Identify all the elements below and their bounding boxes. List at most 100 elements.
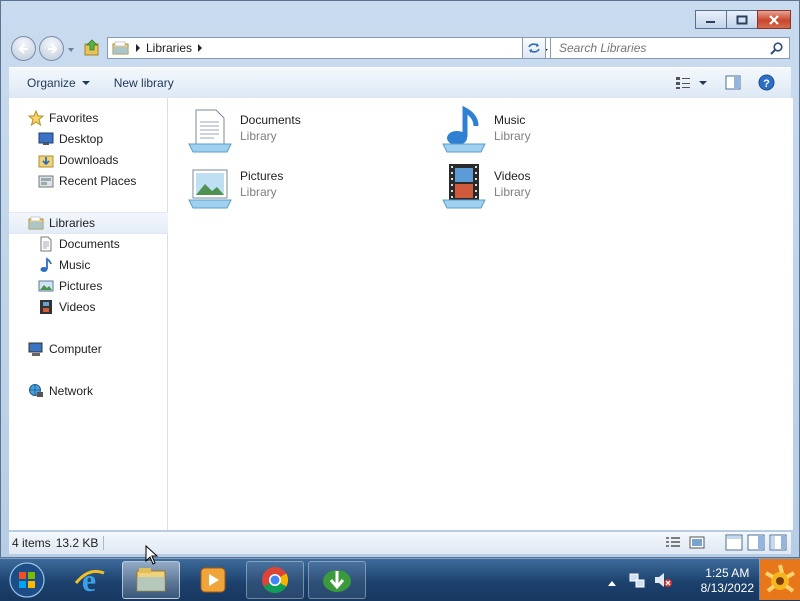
- search-box[interactable]: [550, 37, 790, 59]
- status-view-buttons: [665, 536, 705, 549]
- taskbar-windows-media-player[interactable]: [184, 561, 242, 599]
- taskbar-internet-download-manager[interactable]: [308, 561, 366, 599]
- navigation-row: Libraries: [9, 36, 791, 62]
- change-view-button[interactable]: [675, 76, 707, 90]
- nav-network-label: Network: [49, 384, 94, 398]
- large-icons-view-icon[interactable]: [689, 536, 705, 549]
- nav-music-label: Music: [59, 258, 91, 272]
- svg-text:e: e: [82, 563, 96, 597]
- navigation-pane: Favorites Desktop Downloads Recent Place…: [9, 98, 185, 530]
- forward-button[interactable]: [39, 36, 64, 61]
- library-videos[interactable]: Videos Library: [440, 162, 670, 212]
- taskbar-internet-explorer[interactable]: e: [60, 561, 118, 599]
- clock-time: 1:25 AM: [705, 566, 750, 580]
- view-details-icon: [676, 77, 690, 89]
- maximize-button[interactable]: [726, 10, 758, 29]
- close-icon: [769, 14, 779, 25]
- show-hidden-icons-button[interactable]: [608, 575, 616, 589]
- caption-buttons: [695, 10, 791, 29]
- details-view-icon[interactable]: [665, 536, 681, 549]
- help-icon: ?: [758, 74, 775, 91]
- up-button[interactable]: [84, 39, 100, 60]
- libraries-folder-icon: [28, 216, 44, 230]
- star-icon: [28, 110, 44, 126]
- volume-tray-icon[interactable]: [654, 572, 672, 591]
- refresh-icon: [528, 43, 540, 53]
- minimize-button[interactable]: [695, 10, 727, 29]
- search-icon[interactable]: [770, 41, 783, 55]
- library-name: Videos: [494, 169, 531, 183]
- download-manager-icon: [323, 570, 351, 592]
- taskbar-windows-explorer[interactable]: [122, 561, 180, 599]
- nav-favorites[interactable]: Favorites: [9, 108, 185, 128]
- status-bar: 4 items 13.2 KB: [9, 531, 791, 554]
- layout-single-icon[interactable]: [725, 534, 743, 551]
- refresh-button[interactable]: [522, 37, 546, 59]
- organize-button[interactable]: Organize: [17, 76, 100, 90]
- library-type: Library: [240, 129, 277, 143]
- taskbar-chrome[interactable]: [246, 561, 304, 599]
- internet-explorer-icon: e: [74, 563, 105, 597]
- library-type: Library: [240, 185, 277, 199]
- status-divider: [103, 536, 105, 550]
- recent-pages-dropdown[interactable]: [67, 43, 75, 57]
- nav-network[interactable]: Network: [9, 381, 185, 401]
- breadcrumb-separator-icon: [136, 44, 140, 52]
- status-item-count: 4 items: [12, 536, 51, 550]
- help-button[interactable]: ?: [758, 74, 775, 94]
- breadcrumb-libraries[interactable]: Libraries: [146, 41, 192, 55]
- breadcrumb-expand-icon[interactable]: [197, 44, 203, 52]
- library-type: Library: [494, 185, 531, 199]
- nav-libraries[interactable]: Libraries: [9, 212, 185, 234]
- chevron-up-icon: [608, 581, 616, 586]
- organize-label: Organize: [27, 76, 76, 90]
- media-player-icon: [200, 567, 226, 593]
- nav-favorites-label: Favorites: [49, 111, 99, 125]
- nav-desktop-label: Desktop: [59, 132, 104, 146]
- library-pictures[interactable]: Pictures Library: [186, 162, 416, 212]
- show-desktop-button[interactable]: [759, 559, 800, 600]
- command-bar: Organize New library ?: [9, 67, 791, 99]
- pictures-icon: [38, 280, 54, 292]
- library-documents[interactable]: Documents Library: [186, 106, 416, 156]
- address-bar[interactable]: Libraries: [107, 37, 553, 59]
- nav-computer[interactable]: Computer: [9, 339, 185, 359]
- start-button[interactable]: [0, 561, 54, 599]
- volume-muted-icon: [655, 573, 672, 587]
- network-icon: [29, 384, 43, 397]
- chevron-down-icon: [68, 48, 74, 52]
- back-arrow-icon: [18, 43, 28, 54]
- computer-icon: [28, 342, 43, 356]
- chevron-down-icon: [699, 81, 707, 85]
- mouse-cursor: [145, 545, 159, 565]
- documents-library-icon: [188, 109, 232, 153]
- libraries-folder-icon: [112, 41, 129, 55]
- nav-pictures-label: Pictures: [59, 279, 103, 293]
- downloads-folder-icon: [38, 155, 54, 167]
- taskbar: e 1:25 AM 8/13/2022: [0, 558, 800, 601]
- videos-library-icon: [442, 164, 486, 209]
- taskbar-clock[interactable]: 1:25 AM 8/13/2022: [701, 566, 754, 596]
- desktop-preview-thumbnail: [760, 559, 800, 600]
- film-strip-icon: [40, 300, 52, 314]
- explorer-window: Libraries Organize New library: [0, 0, 800, 558]
- new-library-button[interactable]: New library: [104, 76, 184, 90]
- back-button[interactable]: [11, 36, 36, 61]
- chevron-down-icon: [81, 81, 90, 85]
- library-music[interactable]: Music Library: [440, 106, 670, 156]
- search-input[interactable]: [557, 40, 770, 56]
- music-library-icon: [442, 106, 486, 153]
- folder-icon: [136, 568, 166, 592]
- nav-computer-label: Computer: [49, 342, 102, 356]
- network-tray-icon[interactable]: [629, 572, 645, 591]
- preview-pane-button[interactable]: [725, 75, 741, 93]
- library-name: Music: [494, 113, 526, 127]
- close-button[interactable]: [757, 10, 791, 29]
- nav-recent-places-label: Recent Places: [59, 174, 137, 188]
- layout-preview-icon[interactable]: [747, 534, 765, 551]
- library-list: Documents Library Music Library Pictures…: [168, 98, 793, 530]
- maximize-icon: [736, 15, 748, 24]
- desktop-icon: [38, 132, 54, 145]
- status-size: 13.2 KB: [55, 536, 99, 550]
- layout-details-icon[interactable]: [769, 534, 787, 551]
